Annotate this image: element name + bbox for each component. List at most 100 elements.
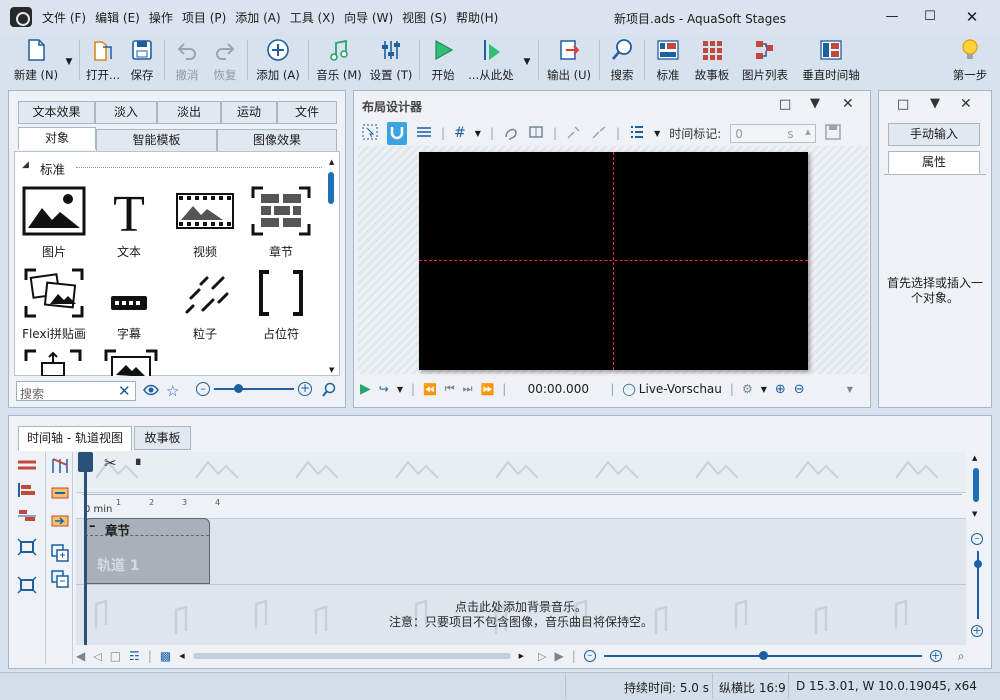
zoom-fit-icon[interactable] — [322, 382, 336, 401]
track-arrow-icon[interactable] — [51, 514, 69, 531]
live-preview-icon[interactable]: ◯ — [622, 382, 635, 396]
panel-float-button[interactable]: □ — [897, 97, 909, 112]
go-end-icon[interactable]: ▶ — [554, 649, 563, 663]
tab-manual-input[interactable]: 手动输入 — [888, 123, 980, 146]
object-item-video[interactable]: 视频 — [165, 186, 245, 260]
tab-timeline-track-view[interactable]: 时间轴 - 轨道视图 — [18, 426, 132, 451]
play-from-here-button[interactable]: ...从此处 — [463, 34, 519, 86]
zoom-in-icon[interactable]: ⊕ — [775, 382, 786, 397]
image-list-layout-button[interactable]: 图片列表 — [736, 34, 794, 86]
search-field[interactable]: 搜索 ✕ — [16, 381, 136, 401]
standard-layout-button[interactable]: 标准 — [648, 34, 688, 86]
align-left-icon[interactable] — [17, 482, 37, 501]
object-item-chapter[interactable]: 章节 — [241, 186, 321, 260]
tab-file[interactable]: 文件 — [277, 101, 337, 124]
hscroll-track[interactable] — [192, 653, 511, 659]
open-button[interactable]: 打开... — [83, 34, 123, 86]
playhead-handle[interactable] — [78, 452, 93, 472]
new-dropdown-button[interactable]: ▼ — [62, 34, 76, 86]
panel-close-icon[interactable]: ✕ — [960, 96, 972, 112]
zoom-in-icon[interactable]: + — [298, 382, 312, 396]
clear-search-icon[interactable]: ✕ — [118, 382, 131, 400]
spinner-icon[interactable]: ▲ — [805, 128, 810, 136]
chevron-down-icon[interactable]: ▼ — [654, 129, 660, 138]
object-item-image-frame-partial[interactable] — [104, 349, 158, 376]
tab-properties[interactable]: 属性 — [888, 151, 980, 174]
maximize-button[interactable]: ☐ — [920, 8, 940, 26]
timeline-vscroll[interactable]: ▲ ▼ — [968, 452, 984, 572]
object-item-placeholder[interactable]: 占位符 — [241, 268, 321, 342]
tab-fade-out[interactable]: 淡出 — [157, 101, 221, 124]
timeline-zoom-thumb[interactable] — [758, 651, 768, 660]
grid-lines-icon[interactable] — [416, 124, 432, 143]
preview-canvas[interactable] — [419, 152, 808, 370]
tab-smart-templates[interactable]: 智能模板 — [96, 129, 217, 152]
fit-width-icon[interactable] — [17, 538, 37, 559]
grid-hash-icon[interactable]: # — [454, 125, 466, 141]
tab-motion[interactable]: 运动 — [221, 101, 277, 124]
start-button[interactable]: 开始 — [423, 34, 463, 86]
menu-help[interactable]: 帮助(H) — [456, 9, 498, 26]
first-step-button[interactable]: 第一步 — [946, 34, 994, 86]
scroll-left-icon[interactable]: ◀ — [179, 652, 184, 660]
app-logo-icon[interactable] — [10, 7, 32, 27]
group-add-icon[interactable] — [51, 544, 69, 565]
distribute-icon[interactable] — [17, 508, 37, 527]
select-tool-icon[interactable] — [362, 124, 378, 143]
eye-icon[interactable] — [143, 383, 159, 400]
chevron-down-icon[interactable]: ▼ — [761, 385, 767, 394]
search-button[interactable]: 搜索 — [603, 34, 641, 86]
start-dropdown-button[interactable]: ▼ — [519, 34, 535, 86]
timeline-zoom-out-icon[interactable]: – — [583, 650, 596, 662]
menu-view[interactable]: 视图 (S) — [402, 9, 447, 26]
track-zoom-out-icon[interactable]: – — [971, 533, 983, 545]
object-item-image[interactable]: 图片 — [14, 186, 94, 260]
save-position-icon[interactable] — [825, 123, 842, 143]
crop-tool-icon[interactable] — [528, 124, 544, 143]
menu-edit[interactable]: 编辑 (E) — [95, 9, 140, 26]
play-from-marker-icon[interactable]: ↪ — [379, 382, 389, 396]
scroll-down-icon[interactable]: ▼ — [972, 510, 977, 518]
menu-tools[interactable]: 工具 (X) — [290, 9, 335, 26]
scroll-down-icon[interactable]: ▼ — [329, 366, 334, 374]
chevron-down-icon[interactable]: ▼ — [847, 385, 853, 394]
output-button[interactable]: 输出 (U) — [542, 34, 596, 86]
zoom-out-icon[interactable]: ⊖ — [794, 382, 805, 397]
fit-all-icon[interactable] — [17, 576, 37, 597]
collapse-minus-icon[interactable]: – — [89, 519, 96, 534]
go-start-icon[interactable]: ◀ — [76, 649, 85, 663]
image-strip-icon[interactable]: ▩ — [160, 649, 171, 663]
chapter-block[interactable]: – 章节 轨道 1 — [84, 518, 210, 584]
icon-size-slider-track[interactable] — [214, 388, 294, 390]
sync-icon[interactable] — [51, 486, 69, 503]
designer-pin-icon[interactable]: ▼ — [810, 96, 820, 111]
new-button[interactable]: 新建 (N) — [10, 34, 62, 86]
menu-actions[interactable]: 操作 — [149, 9, 173, 26]
chevron-down-icon[interactable]: ▼ — [397, 385, 403, 394]
tab-image-effects[interactable]: 图像效果 — [217, 129, 337, 152]
live-preview-label[interactable]: Live-Vorschau — [639, 382, 722, 396]
scroll-up-icon[interactable]: ▲ — [972, 454, 977, 462]
object-item-box-partial[interactable] — [24, 349, 82, 376]
previous-frame-icon[interactable]: ⏮ — [445, 382, 455, 396]
icon-size-slider-thumb[interactable] — [234, 384, 243, 393]
object-item-flexi-collage[interactable]: Flexi拼贴画 — [14, 268, 94, 342]
music-button[interactable]: 音乐 (M) — [312, 34, 366, 86]
align-list-icon[interactable] — [629, 124, 645, 143]
time-marker-input[interactable]: 0 s ▲ — [730, 123, 817, 143]
frame-icon[interactable]: □ — [110, 649, 121, 663]
zoom-fit-icon[interactable]: ⌕ — [958, 649, 965, 664]
tab-text-effects[interactable]: 文本效果 — [18, 101, 95, 124]
redo-button[interactable]: 恢复 — [206, 34, 244, 86]
object-item-particles[interactable]: 粒子 — [165, 268, 245, 342]
tab-fade-in[interactable]: 淡入 — [95, 101, 157, 124]
panel-pin-icon[interactable]: ▼ — [930, 96, 940, 111]
scroll-right-icon[interactable]: ▶ — [519, 652, 524, 660]
menu-project[interactable]: 项目 (P) — [182, 9, 226, 26]
timeline-canvas[interactable]: 1 2 3 4 0 min – 章节 轨道 1 点击此处添加背景音乐。 注意：只… — [76, 452, 966, 645]
magnet-tool-icon[interactable] — [387, 121, 407, 145]
save-button[interactable]: 保存 — [123, 34, 161, 86]
object-item-text[interactable]: T 文本 — [89, 186, 169, 260]
tab-objects[interactable]: 对象 — [18, 127, 96, 150]
next-frame-icon[interactable]: ⏭ — [463, 382, 473, 396]
